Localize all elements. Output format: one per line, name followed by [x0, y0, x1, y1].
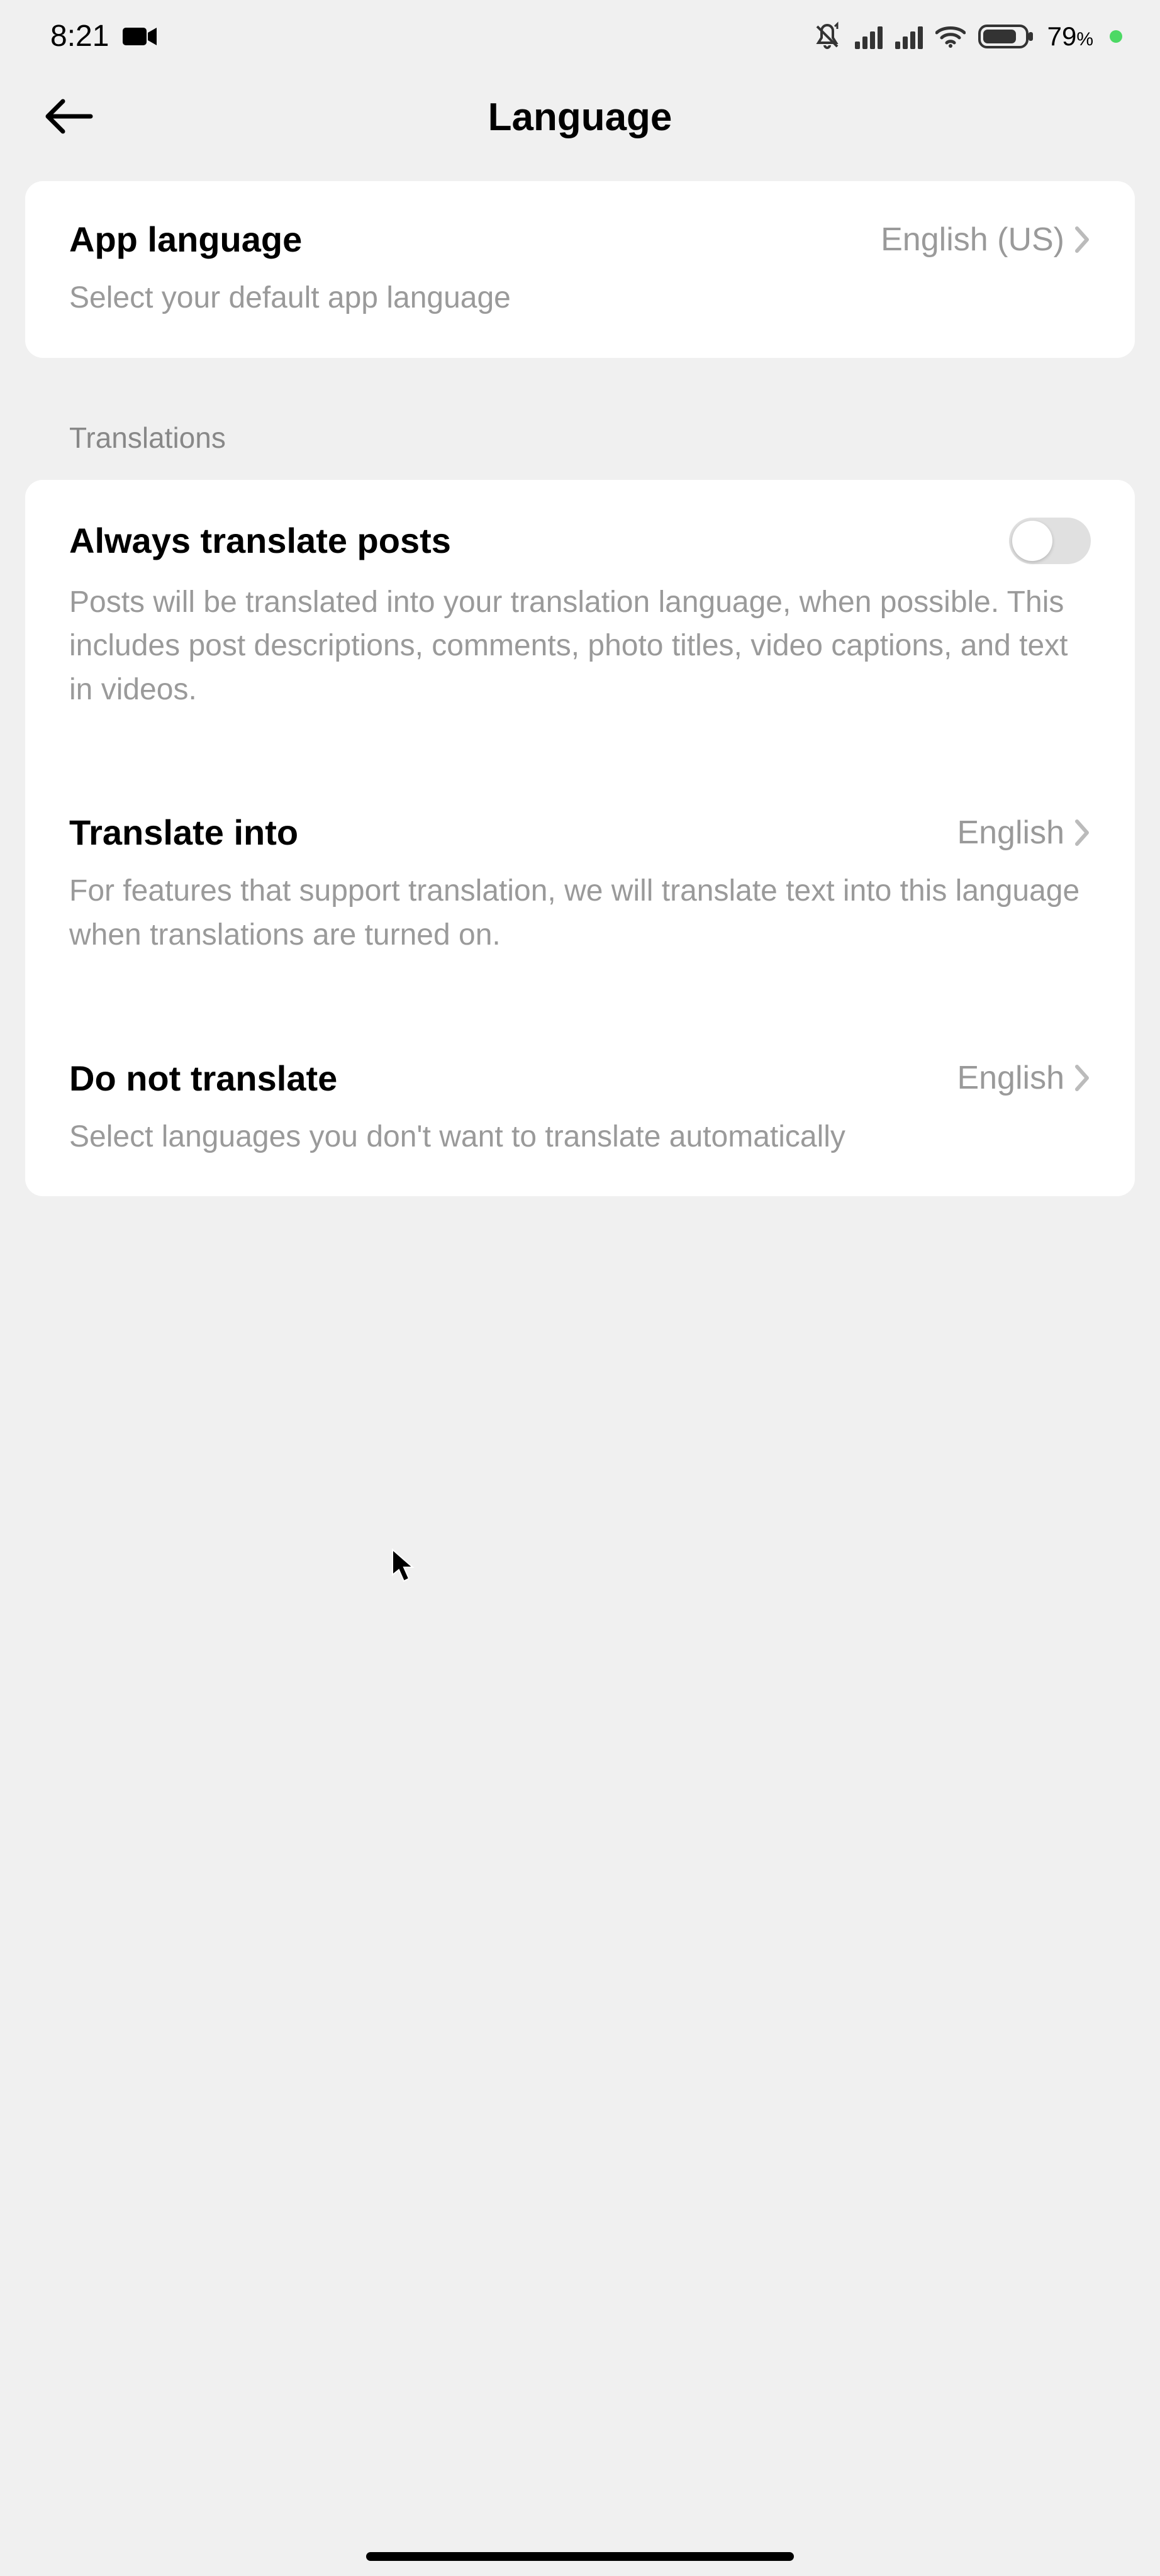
video-icon [123, 25, 158, 48]
cursor-icon [390, 1547, 421, 1585]
status-time: 8:21 [50, 19, 109, 53]
status-left: 8:21 [50, 19, 158, 53]
do-not-translate-desc: Select languages you don't want to trans… [69, 1115, 1091, 1159]
app-language-desc: Select your default app language [69, 276, 1091, 320]
battery-percent: 79 [1047, 21, 1077, 52]
privacy-indicator-dot [1110, 30, 1122, 43]
chevron-right-icon [1074, 1064, 1091, 1092]
always-translate-desc: Posts will be translated into your trans… [69, 580, 1091, 712]
do-not-translate-value: English [957, 1059, 1064, 1097]
app-language-row[interactable]: App language English (US) Select your de… [25, 181, 1135, 358]
do-not-translate-row[interactable]: Do not translate English Select language… [25, 1020, 1135, 1197]
translate-into-row[interactable]: Translate into English For features that… [25, 774, 1135, 994]
app-language-title: App language [69, 219, 302, 260]
app-language-value: English (US) [881, 221, 1064, 258]
translations-header: Translations [0, 421, 1160, 480]
chevron-right-icon [1074, 819, 1091, 847]
signal-icon-2 [895, 24, 923, 49]
app-language-section: App language English (US) Select your de… [25, 181, 1135, 358]
arrow-left-icon [44, 97, 94, 135]
wifi-icon [935, 25, 966, 48]
always-translate-row[interactable]: Always translate posts Posts will be tra… [25, 480, 1135, 750]
battery-icon [978, 23, 1035, 50]
home-indicator[interactable] [366, 2552, 794, 2561]
signal-icon-1 [855, 24, 883, 49]
always-translate-toggle[interactable] [1009, 518, 1091, 564]
translations-section: Always translate posts Posts will be tra… [25, 480, 1135, 1197]
translate-into-title: Translate into [69, 812, 298, 853]
page-header: Language [0, 66, 1160, 181]
battery-suffix: % [1076, 29, 1093, 50]
toggle-knob [1012, 521, 1052, 561]
status-bar: 8:21 [0, 0, 1160, 66]
translate-into-desc: For features that support translation, w… [69, 869, 1091, 957]
chevron-right-icon [1074, 226, 1091, 253]
do-not-translate-title: Do not translate [69, 1058, 337, 1099]
mute-icon [812, 21, 842, 52]
translate-into-value: English [957, 814, 1064, 852]
page-title: Language [488, 95, 672, 140]
status-right: 79 % [812, 21, 1122, 52]
back-button[interactable] [38, 91, 101, 143]
always-translate-title: Always translate posts [69, 520, 451, 561]
